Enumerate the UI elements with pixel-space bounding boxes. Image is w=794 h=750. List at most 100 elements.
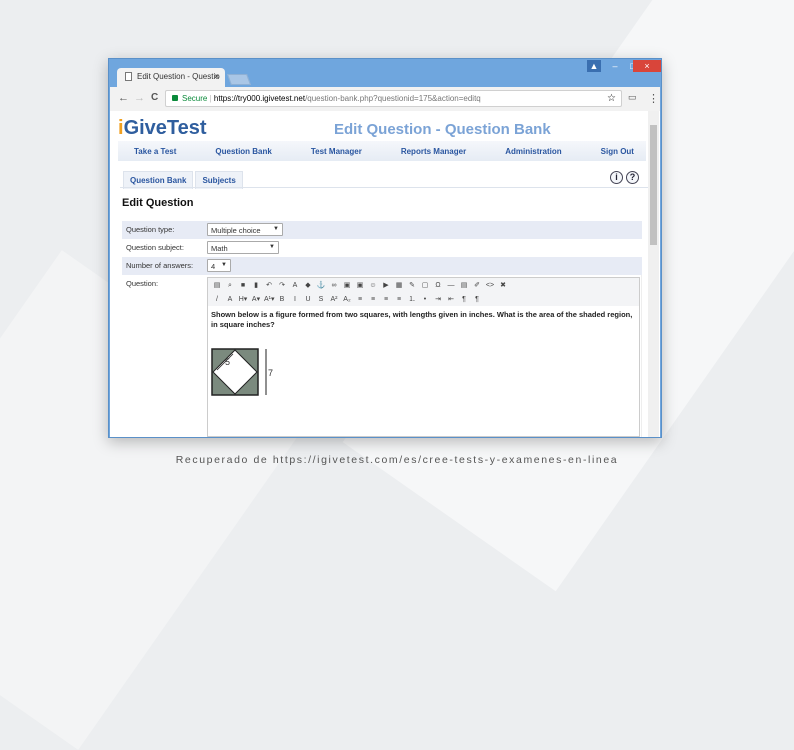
menu-take-a-test[interactable]: Take a Test — [134, 147, 176, 156]
figure-two-squares: 5 7 — [211, 348, 273, 396]
menu-question-bank[interactable]: Question Bank — [215, 147, 271, 156]
question-type-select[interactable]: Multiple choice ▼ — [207, 223, 283, 236]
menu-sign-out[interactable]: Sign Out — [601, 147, 634, 156]
browser-tab[interactable]: Edit Question - Questio × — [117, 68, 225, 87]
bold-icon[interactable]: B — [277, 295, 287, 304]
vertical-scrollbar[interactable] — [648, 111, 659, 437]
underline-icon[interactable]: U — [303, 295, 313, 304]
question-subject-select[interactable]: Math ▼ — [207, 241, 279, 254]
question-type-row: Question type: Multiple choice ▼ — [122, 221, 642, 239]
question-text[interactable]: Shown below is a figure formed from two … — [208, 306, 639, 334]
menu-administration[interactable]: Administration — [505, 147, 561, 156]
align-right-icon[interactable]: ≡ — [381, 295, 391, 304]
dropdown-arrow-icon: ▼ — [273, 226, 279, 232]
forward-button[interactable]: → — [134, 92, 145, 104]
reload-button[interactable]: C — [151, 92, 158, 103]
tab-close-button[interactable]: × — [214, 72, 219, 81]
remove-icon[interactable]: ✖ — [498, 281, 508, 290]
profile-button[interactable]: ▲ — [587, 60, 601, 72]
superscript-icon[interactable]: A² — [329, 295, 339, 304]
section-heading: Edit Question — [122, 197, 194, 209]
outer-length-label: 7 — [268, 368, 273, 378]
subscript-icon[interactable]: A₂ — [342, 295, 352, 304]
flash-icon[interactable]: ▣ — [355, 281, 365, 290]
heading-icon[interactable]: H▾ — [238, 295, 248, 304]
back-button[interactable]: ← — [118, 92, 129, 104]
bg-color-icon[interactable]: ◆ — [303, 281, 313, 290]
undo-icon[interactable]: ↶ — [264, 281, 274, 290]
scrollbar-thumb[interactable] — [650, 125, 657, 245]
bookmark-star-icon[interactable]: ☆ — [607, 91, 616, 106]
close-window-button[interactable]: × — [633, 60, 661, 72]
style-icon[interactable]: A — [225, 295, 235, 304]
field-label: Number of answers: — [126, 261, 194, 270]
edit-icon[interactable]: ✎ — [407, 281, 417, 290]
select-value: Multiple choice — [211, 226, 261, 235]
font-icon[interactable]: A▾ — [251, 295, 261, 304]
print-icon[interactable]: ■ — [238, 281, 248, 290]
divider — [120, 187, 650, 188]
number-of-answers-row: Number of answers: 4 ▼ — [122, 257, 642, 275]
align-center-icon[interactable]: ≡ — [368, 295, 378, 304]
link-icon[interactable]: ∞ — [329, 281, 339, 290]
strike-icon[interactable]: S — [316, 295, 326, 304]
source-caption: Recuperado de https://igivetest.com/es/c… — [175, 454, 619, 466]
url-host: https://try000.igivetest.net — [213, 94, 306, 103]
image-icon[interactable]: ▣ — [342, 281, 352, 290]
redo-icon[interactable]: ↷ — [277, 281, 287, 290]
editor-toolbar-2: / A H▾ A▾ A¹▾ B I U S A² A₂ ≡ ≡ ≡ ≡ ⒈ • ⇥ ⇤ ¶ ¶ — [208, 292, 639, 306]
select-value: Math — [211, 244, 228, 253]
template-icon[interactable]: ▤ — [459, 281, 469, 290]
omega-icon[interactable]: Ω — [433, 281, 443, 290]
indent-icon[interactable]: ⇥ — [433, 295, 443, 304]
main-menu: Take a Test Question Bank Test Manager R… — [118, 141, 646, 161]
cast-icon[interactable]: ▭ — [628, 92, 637, 103]
address-bar-row: ← → C Secure | https://try000.igivetest.… — [110, 87, 660, 111]
emoji-icon[interactable]: ☺ — [368, 281, 378, 290]
source-icon[interactable]: ▤ — [212, 281, 222, 290]
browser-menu-icon[interactable]: ⋮ — [648, 92, 659, 105]
align-left-icon[interactable]: ≡ — [355, 295, 365, 304]
dropdown-arrow-icon: ▼ — [269, 244, 275, 250]
anchor-icon[interactable]: ⚓ — [316, 281, 326, 290]
font-size-icon[interactable]: A¹▾ — [264, 295, 275, 304]
outdent-icon[interactable]: ⇤ — [446, 295, 456, 304]
select-value: 4 — [211, 262, 216, 271]
page-icon — [125, 72, 132, 81]
ltr-icon[interactable]: ¶ — [459, 295, 469, 304]
rich-text-editor[interactable]: ▤ ⌕ ■ ▮ ↶ ↷ A ◆ ⚓ ∞ ▣ ▣ ☺ ▶ ▦ ✎ ▢ Ω — ▤ ✐ <> ✖ / A H▾ A▾ A¹▾ B I U S A²… — [207, 277, 640, 437]
paste-icon[interactable]: ▮ — [251, 281, 261, 290]
ordered-list-icon[interactable]: ⒈ — [407, 295, 417, 304]
url-input[interactable]: Secure | https://try000.igivetest.net/qu… — [165, 90, 622, 107]
inner-length-label: 5 — [225, 357, 230, 367]
rtl-icon[interactable]: ¶ — [472, 295, 482, 304]
menu-test-manager[interactable]: Test Manager — [311, 147, 362, 156]
field-label: Question: — [126, 279, 159, 288]
italic-icon[interactable]: I — [290, 295, 300, 304]
lock-icon — [172, 95, 178, 101]
page-title: Edit Question - Question Bank — [334, 121, 551, 138]
table-icon[interactable]: ▦ — [394, 281, 404, 290]
frame-icon[interactable]: ▢ — [420, 281, 430, 290]
info-icon[interactable]: i — [610, 171, 623, 184]
field-label: Question type: — [126, 225, 175, 234]
hr-icon[interactable]: — — [446, 281, 456, 290]
pen-icon[interactable]: / — [212, 295, 222, 304]
youtube-icon[interactable]: ▶ — [381, 281, 391, 290]
menu-reports-manager[interactable]: Reports Manager — [401, 147, 466, 156]
tab-title: Edit Question - Questio — [137, 72, 220, 81]
eraser-icon[interactable]: ✐ — [472, 281, 482, 290]
help-icon[interactable]: ? — [626, 171, 639, 184]
url-path: /question-bank.php?questionid=175&action… — [305, 94, 481, 103]
find-icon[interactable]: ⌕ — [225, 281, 235, 290]
new-tab-button[interactable] — [226, 74, 252, 85]
secure-label: Secure — [182, 94, 208, 103]
minimize-button[interactable]: – — [607, 60, 623, 72]
igivetest-logo[interactable]: iGiveTest — [118, 117, 207, 140]
number-of-answers-select[interactable]: 4 ▼ — [207, 259, 231, 272]
unordered-list-icon[interactable]: • — [420, 295, 430, 304]
text-color-icon[interactable]: A — [290, 281, 300, 290]
html-icon[interactable]: <> — [485, 281, 495, 290]
browser-window: Edit Question - Questio× ▲ – □ × ← → C S… — [108, 58, 662, 438]
justify-icon[interactable]: ≡ — [394, 295, 404, 304]
